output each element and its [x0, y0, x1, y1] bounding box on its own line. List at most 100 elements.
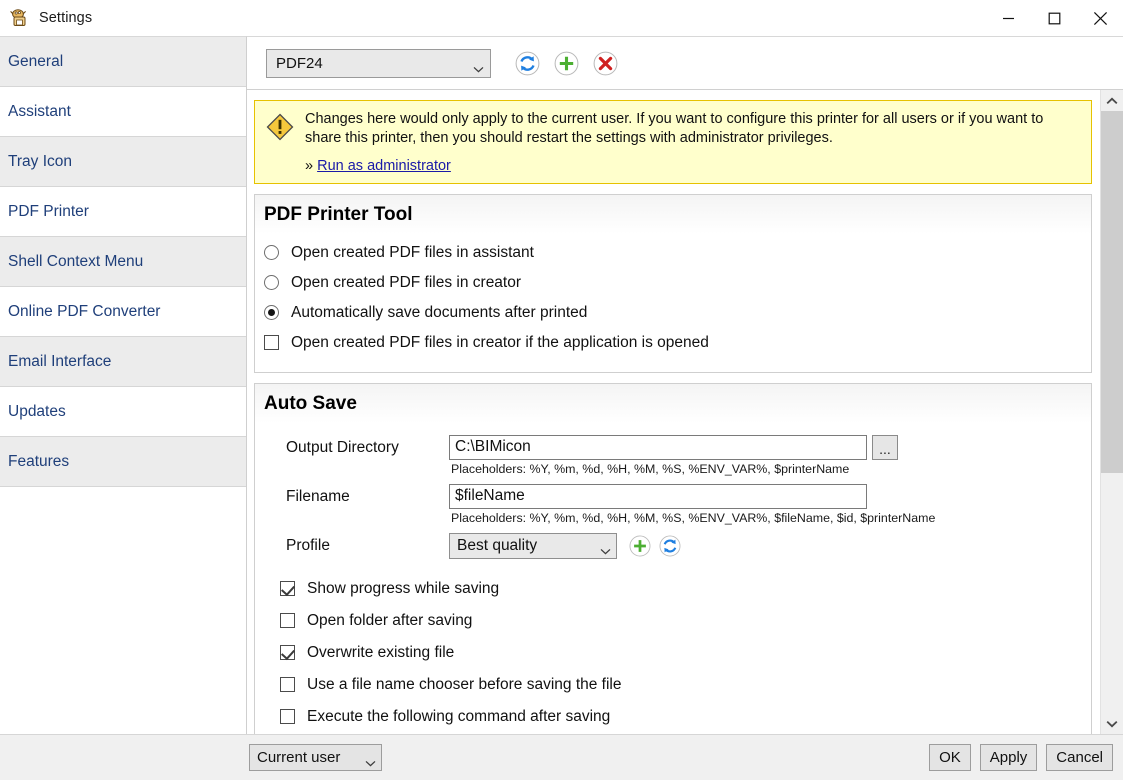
option-label: Automatically save documents after print…: [291, 304, 587, 322]
sidebar-item-online-pdf-converter[interactable]: Online PDF Converter: [0, 287, 246, 337]
printer-toolbar: PDF24: [247, 37, 1123, 90]
refresh-profile-icon[interactable]: [659, 535, 681, 557]
pdf24-printer-icon: [9, 7, 31, 29]
sidebar-item-shell-context-menu[interactable]: Shell Context Menu: [0, 237, 246, 287]
checkbox-execute-command[interactable]: Execute the following command after savi…: [280, 701, 1079, 733]
apply-button[interactable]: Apply: [980, 744, 1038, 771]
scope-select[interactable]: Current user: [249, 744, 382, 771]
admin-warning-text: Changes here would only apply to the cur…: [305, 110, 1081, 149]
option-label: Show progress while saving: [307, 580, 499, 598]
maximize-icon[interactable]: [1031, 0, 1077, 36]
checkbox-open-in-creator-if-open[interactable]: Open created PDF files in creator if the…: [264, 328, 1079, 358]
run-as-administrator-link[interactable]: Run as administrator: [317, 158, 451, 174]
scrollbar-track[interactable]: [1101, 111, 1123, 713]
profile-field-col: Best quality: [449, 533, 1079, 559]
checkbox-open-folder[interactable]: Open folder after saving: [280, 605, 1079, 637]
checkbox-icon[interactable]: [280, 677, 295, 692]
sidebar-item-assistant[interactable]: Assistant: [0, 87, 246, 137]
window-controls: [985, 0, 1123, 36]
output-directory-input[interactable]: C:\BIMicon: [449, 435, 867, 460]
chevron-down-icon: [365, 754, 376, 761]
sidebar-item-general[interactable]: General: [0, 37, 246, 87]
sidebar-item-label: PDF Printer: [8, 203, 89, 221]
checkbox-overwrite-existing[interactable]: Overwrite existing file: [280, 637, 1079, 669]
sidebar-item-label: Features: [8, 453, 69, 471]
scope-select-value: Current user: [257, 749, 365, 766]
checkbox-icon-checked[interactable]: [280, 645, 295, 660]
sidebar-item-tray-icon[interactable]: Tray Icon: [0, 137, 246, 187]
option-label: Use a file name chooser before saving th…: [307, 676, 621, 694]
filename-field-line: $fileName: [449, 484, 1079, 509]
sidebar: General Assistant Tray Icon PDF Printer …: [0, 36, 247, 734]
sidebar-item-label: General: [8, 53, 63, 71]
sidebar-item-label: Assistant: [8, 103, 71, 121]
sidebar-item-label: Online PDF Converter: [8, 303, 160, 321]
sidebar-item-label: Tray Icon: [8, 153, 72, 171]
radio-open-in-assistant[interactable]: Open created PDF files in assistant: [264, 238, 1079, 268]
scroll-region: Changes here would only apply to the cur…: [247, 90, 1123, 734]
radio-open-in-creator[interactable]: Open created PDF files in creator: [264, 268, 1079, 298]
radio-icon[interactable]: [264, 275, 279, 290]
checkbox-icon[interactable]: [280, 709, 295, 724]
link-chevron: »: [305, 158, 313, 174]
auto-save-body: Output Directory C:\BIMicon ... Placehol…: [255, 423, 1091, 734]
checkbox-icon-checked[interactable]: [280, 581, 295, 596]
printer-select-value: PDF24: [276, 55, 473, 72]
admin-warning-link-row: » Run as administrator: [305, 158, 1081, 174]
option-label: Overwrite existing file: [307, 644, 454, 662]
chevron-down-icon: [600, 542, 611, 549]
ok-button[interactable]: OK: [929, 744, 971, 771]
sidebar-item-pdf-printer[interactable]: PDF Printer: [0, 187, 246, 237]
chevron-down-icon[interactable]: [1101, 713, 1123, 734]
dialog-buttons: OK Apply Cancel: [929, 744, 1113, 771]
filename-field-col: $fileName Placeholders: %Y, %m, %d, %H, …: [449, 484, 1079, 525]
radio-icon[interactable]: [264, 245, 279, 260]
checkbox-file-name-chooser[interactable]: Use a file name chooser before saving th…: [280, 669, 1079, 701]
settings-window: Settings General Assistant Tray Icon: [0, 0, 1123, 780]
profile-field-line: Best quality: [449, 533, 1079, 559]
sidebar-item-features[interactable]: Features: [0, 437, 246, 487]
close-icon[interactable]: [1077, 0, 1123, 36]
profile-select[interactable]: Best quality: [449, 533, 617, 559]
output-directory-row: Output Directory C:\BIMicon ... Placehol…: [264, 435, 1079, 476]
refresh-icon[interactable]: [515, 51, 540, 76]
printer-select[interactable]: PDF24: [266, 49, 491, 78]
radio-icon-selected[interactable]: [264, 305, 279, 320]
profile-label: Profile: [264, 533, 449, 555]
add-profile-icon[interactable]: [629, 535, 651, 557]
output-directory-field-col: C:\BIMicon ... Placeholders: %Y, %m, %d,…: [449, 435, 1079, 476]
title-bar: Settings: [0, 0, 1123, 36]
profile-select-value: Best quality: [457, 537, 600, 555]
sidebar-item-updates[interactable]: Updates: [0, 387, 246, 437]
auto-save-checkbox-group: Show progress while saving Open folder a…: [264, 573, 1079, 733]
pdf-printer-tool-panel: PDF Printer Tool Open created PDF files …: [254, 194, 1092, 373]
option-label: Open created PDF files in assistant: [291, 244, 534, 262]
output-directory-field-line: C:\BIMicon ...: [449, 435, 1079, 460]
add-printer-icon[interactable]: [554, 51, 579, 76]
filename-input[interactable]: $fileName: [449, 484, 867, 509]
checkbox-icon[interactable]: [264, 335, 279, 350]
option-label: Open folder after saving: [307, 612, 472, 630]
chevron-down-icon: [473, 60, 484, 67]
browse-directory-button[interactable]: ...: [872, 435, 898, 460]
checkbox-show-progress[interactable]: Show progress while saving: [280, 573, 1079, 605]
sidebar-item-label: Email Interface: [8, 353, 111, 371]
sidebar-filler: [0, 487, 246, 734]
chevron-up-icon[interactable]: [1101, 90, 1123, 111]
window-body: General Assistant Tray Icon PDF Printer …: [0, 36, 1123, 734]
sidebar-item-label: Shell Context Menu: [8, 253, 143, 271]
cancel-button[interactable]: Cancel: [1046, 744, 1113, 771]
sidebar-item-email-interface[interactable]: Email Interface: [0, 337, 246, 387]
vertical-scrollbar[interactable]: [1100, 90, 1123, 734]
delete-printer-icon[interactable]: [593, 51, 618, 76]
option-label: Open created PDF files in creator if the…: [291, 334, 709, 352]
filename-row: Filename $fileName Placeholders: %Y, %m,…: [264, 484, 1079, 525]
output-directory-hint: Placeholders: %Y, %m, %d, %H, %M, %S, %E…: [449, 462, 1079, 476]
scrollbar-thumb[interactable]: [1101, 111, 1123, 473]
minimize-icon[interactable]: [985, 0, 1031, 36]
radio-auto-save-after-print[interactable]: Automatically save documents after print…: [264, 298, 1079, 328]
checkbox-icon[interactable]: [280, 613, 295, 628]
settings-scroll-content: Changes here would only apply to the cur…: [247, 90, 1100, 734]
pdf-printer-tool-body: Open created PDF files in assistant Open…: [255, 234, 1091, 372]
admin-warning-body: Changes here would only apply to the cur…: [299, 110, 1081, 174]
